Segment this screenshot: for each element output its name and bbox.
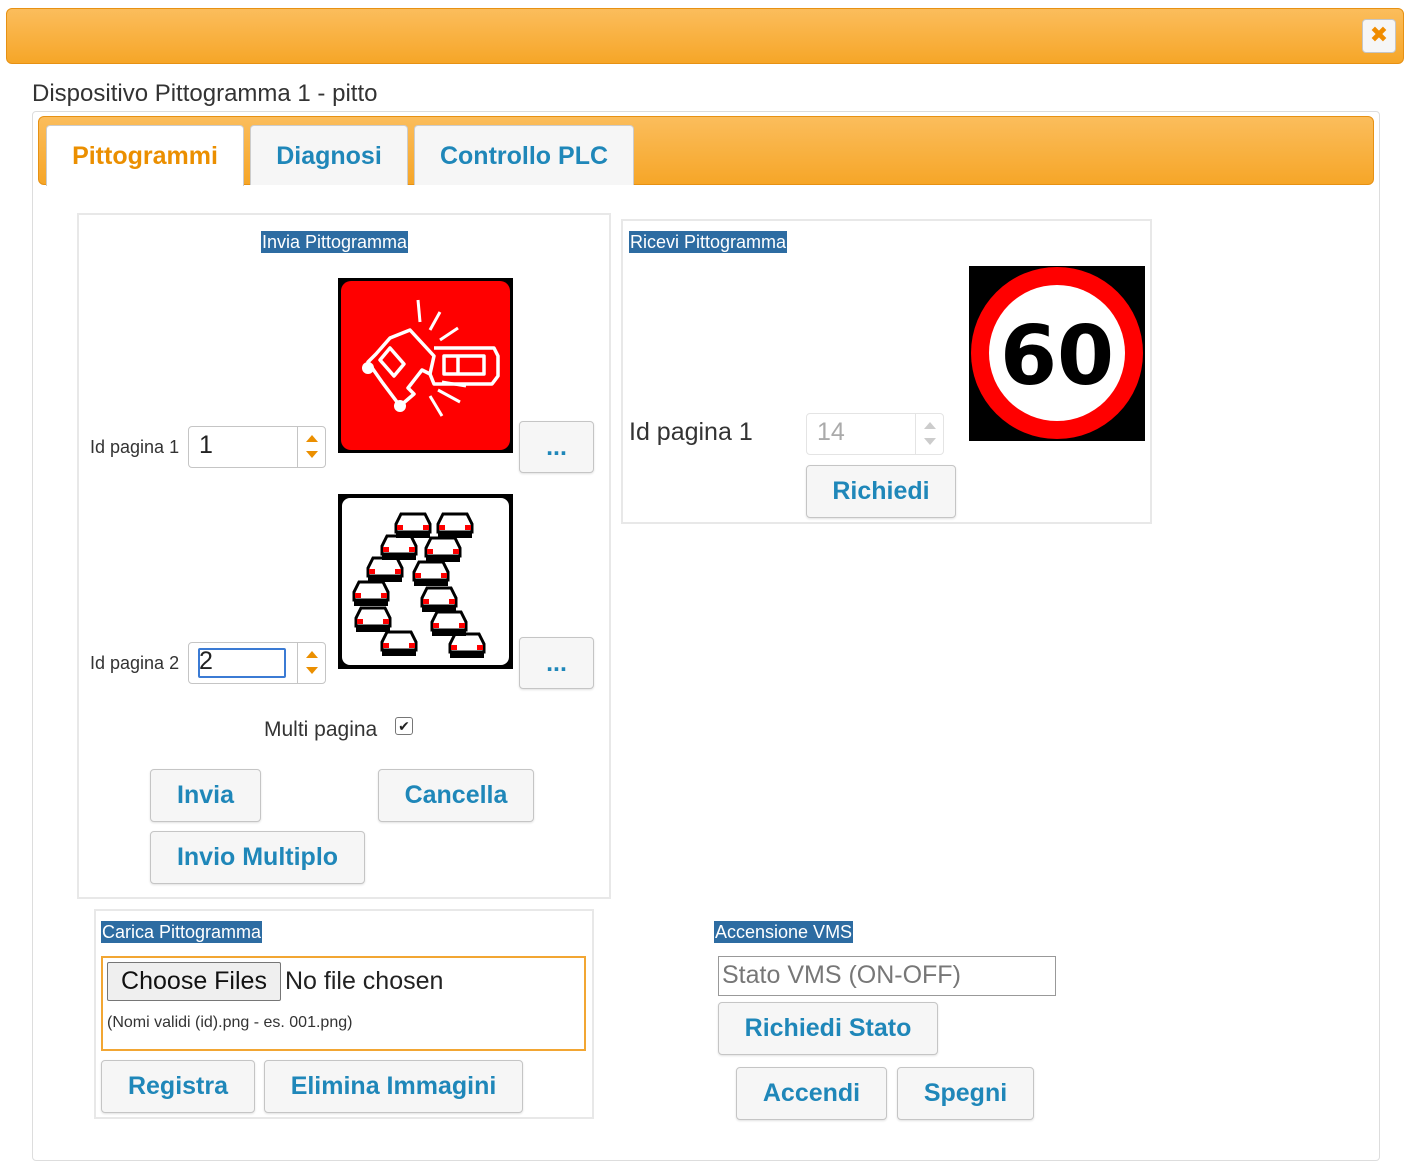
- page1-spinner[interactable]: 1: [188, 426, 326, 468]
- ricevi-page-label: Id pagina 1: [629, 418, 753, 446]
- close-button[interactable]: ✖: [1362, 19, 1396, 53]
- ricevi-page-value: 14: [817, 418, 845, 446]
- tab-diagnosi[interactable]: Diagnosi: [250, 125, 408, 185]
- choose-files-button[interactable]: Choose Files: [107, 962, 281, 1001]
- page1-browse-button[interactable]: ...: [519, 421, 594, 473]
- multi-page-label: Multi pagina: [264, 718, 378, 741]
- speed-limit-value: 60: [1000, 309, 1114, 404]
- multi-page-checkbox[interactable]: ✔: [395, 717, 413, 735]
- turn-off-button[interactable]: Spegni: [897, 1067, 1034, 1120]
- page2-value: 2: [199, 647, 213, 675]
- page1-value: 1: [199, 431, 213, 459]
- page2-spinner[interactable]: 2: [188, 642, 326, 684]
- multi-send-button[interactable]: Invio Multiplo: [150, 831, 365, 884]
- file-name-hint: (Nomi validi (id).png - es. 001.png): [107, 1014, 353, 1031]
- car-crash-pictogram: [338, 278, 513, 453]
- spinner-down-icon[interactable]: [306, 667, 318, 674]
- turn-on-button[interactable]: Accendi: [736, 1067, 887, 1120]
- delete-images-button[interactable]: Elimina Immagini: [264, 1060, 523, 1113]
- register-button[interactable]: Registra: [101, 1060, 255, 1113]
- page1-spinner-arrows[interactable]: [297, 427, 325, 467]
- speed-limit-sign: 60: [969, 266, 1145, 441]
- carica-legend: Carica Pittogramma: [101, 921, 263, 943]
- vms-legend: Accensione VMS: [714, 921, 854, 943]
- traffic-jam-pictogram: [338, 494, 513, 669]
- close-icon: ✖: [1369, 22, 1389, 47]
- page2-browse-button[interactable]: ...: [519, 637, 594, 689]
- ricevi-spinner-arrows: [915, 414, 943, 454]
- request-button[interactable]: Richiedi: [806, 465, 956, 518]
- request-status-button[interactable]: Richiedi Stato: [718, 1002, 938, 1055]
- page1-label: Id pagina 1: [90, 437, 180, 457]
- vms-status-input[interactable]: Stato VMS (ON-OFF): [718, 956, 1056, 996]
- spinner-up-icon[interactable]: [306, 651, 318, 658]
- file-status: No file chosen: [285, 967, 444, 995]
- spinner-down-icon: [924, 438, 936, 445]
- tab-controllo-plc[interactable]: Controllo PLC: [414, 125, 634, 185]
- spinner-up-icon: [924, 422, 936, 429]
- invia-legend: Invia Pittogramma: [261, 231, 409, 253]
- page2-label: Id pagina 2: [90, 653, 180, 673]
- spinner-down-icon[interactable]: [306, 451, 318, 458]
- spinner-up-icon[interactable]: [306, 435, 318, 442]
- send-button[interactable]: Invia: [150, 769, 261, 822]
- dialog-title: Dispositivo Pittogramma 1 - pitto: [32, 80, 378, 107]
- dialog-titlebar: [6, 8, 1404, 64]
- cancel-button[interactable]: Cancella: [378, 769, 534, 822]
- ricevi-page-spinner: 14: [806, 413, 944, 455]
- tab-pittogrammi[interactable]: Pittogrammi: [46, 125, 244, 186]
- ricevi-legend: Ricevi Pittogramma: [629, 231, 788, 253]
- page2-spinner-arrows[interactable]: [297, 643, 325, 683]
